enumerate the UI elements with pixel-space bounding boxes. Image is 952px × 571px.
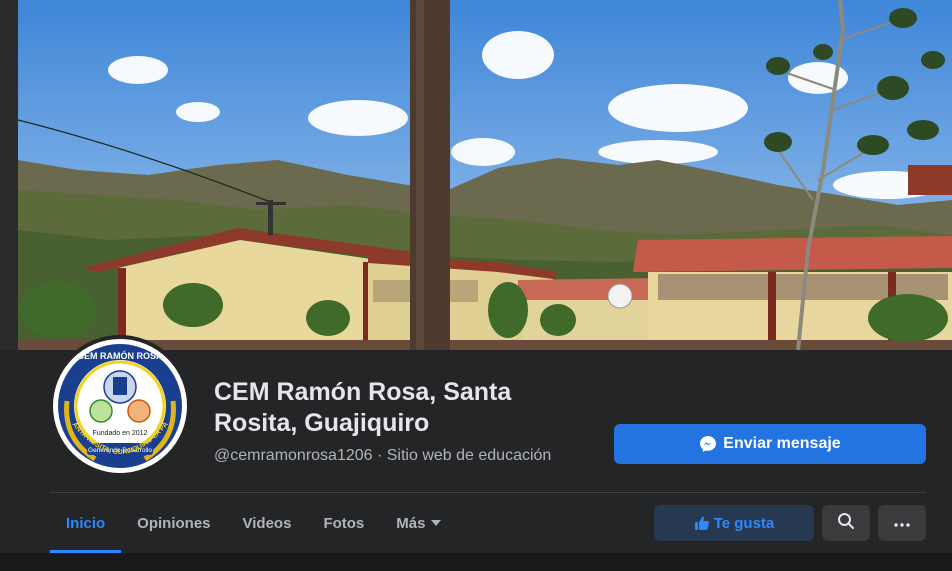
tab-label: Más: [396, 514, 426, 532]
search-icon: [837, 512, 855, 535]
send-message-button[interactable]: Enviar mensaje: [614, 424, 926, 464]
tab-opiniones[interactable]: Opiniones: [121, 493, 226, 553]
tab-label: Opiniones: [137, 514, 211, 532]
tab-videos[interactable]: Videos: [227, 493, 308, 553]
cover-photo[interactable]: [18, 0, 952, 350]
ellipsis-icon: [894, 514, 910, 532]
search-button[interactable]: [822, 505, 870, 541]
left-edge-strip: [0, 0, 18, 350]
tab-mas[interactable]: Más: [380, 493, 457, 553]
profile-avatar[interactable]: CEM RAMÓN ROSA Fundado en 2012 Generando…: [49, 335, 191, 477]
tab-inicio[interactable]: Inicio: [50, 493, 122, 553]
avatar-top-text: CEM RAMÓN ROSA: [78, 350, 163, 361]
like-label: Te gusta: [713, 514, 775, 532]
like-button[interactable]: Te gusta: [654, 505, 814, 541]
tab-label: Videos: [242, 514, 292, 532]
avatar-middle-text: Fundado en 2012: [93, 430, 148, 437]
page-subtitle: @cemramonrosa1206 · Sitio web de educaci…: [214, 447, 552, 464]
page-tabs: Inicio Opiniones Videos Fotos Más: [50, 493, 457, 553]
tab-fotos[interactable]: Fotos: [307, 493, 380, 553]
send-message-label: Enviar mensaje: [723, 435, 841, 452]
more-options-button[interactable]: [878, 505, 926, 541]
page-title: CEM Ramón Rosa, Santa Rosita, Guajiquiro: [214, 378, 512, 437]
page-feed-background: [0, 553, 952, 571]
school-logo: CEM RAMÓN ROSA Fundado en 2012 Generando…: [53, 339, 187, 473]
tab-label: Fotos: [323, 514, 365, 532]
school-seal-image: CEM RAMÓN ROSA Fundado en 2012 Generando…: [53, 339, 186, 472]
messenger-icon: [699, 435, 717, 453]
tab-label: Inicio: [66, 514, 106, 532]
chevron-down-icon: [431, 520, 442, 526]
cover-photo-image: [18, 0, 952, 350]
thumbs-up-icon: [694, 515, 710, 531]
